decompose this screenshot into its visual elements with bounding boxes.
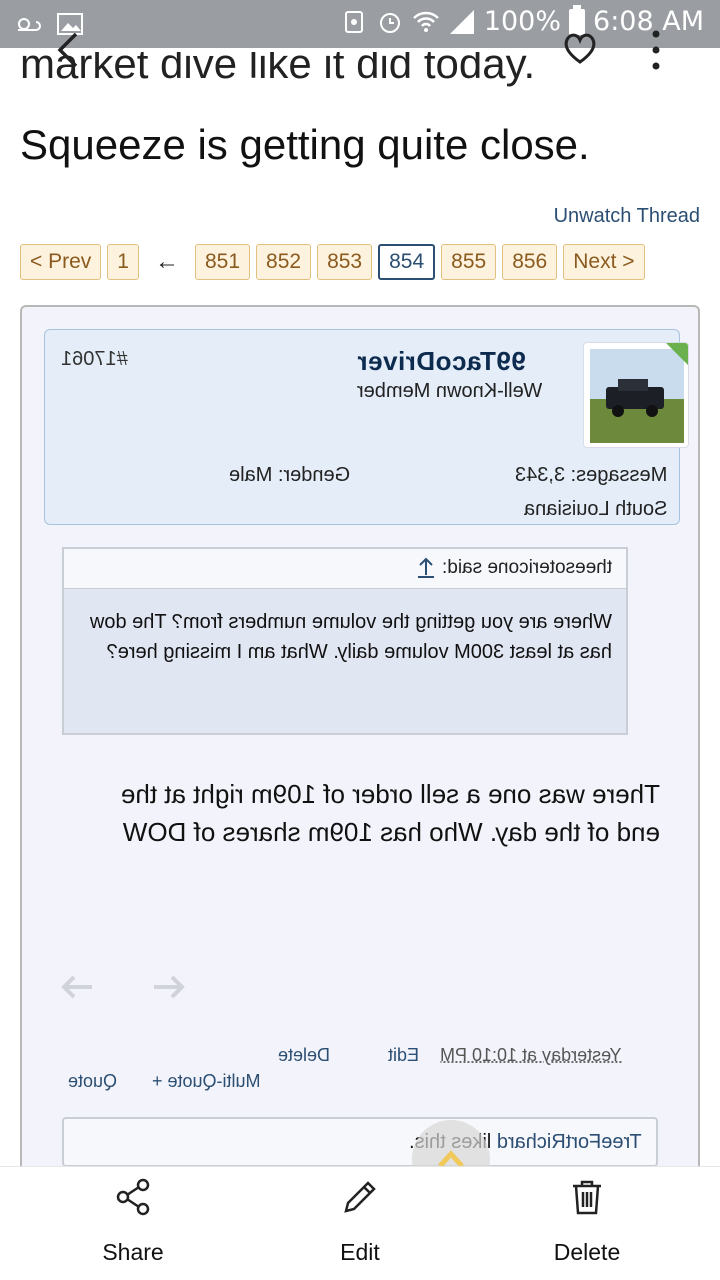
signal-icon: [449, 9, 474, 34]
lead-line-2: Squeeze is getting quite close.: [20, 121, 590, 168]
bottom-toolbar: Share Edit Delete: [0, 1166, 720, 1280]
page-button[interactable]: 851: [194, 244, 251, 280]
alarm-icon: [379, 12, 400, 33]
delete-button[interactable]: Delete: [517, 1177, 657, 1266]
more-icon[interactable]: [644, 28, 668, 72]
forum-post: 99TacoDriver Well-Known Member #17061 Me…: [20, 305, 700, 1198]
post-body: There was one a sell order of 109m right…: [120, 779, 660, 847]
thread-lead-text: market dive like it did today. Squeeze i…: [20, 52, 710, 190]
share-icon: [116, 1178, 150, 1216]
share-label: Share: [102, 1239, 164, 1265]
first-page-button[interactable]: 1: [107, 244, 139, 280]
quote-block: theesotericone said: Where are you getti…: [62, 547, 628, 735]
liker-name[interactable]: TreeFortRichard: [497, 1131, 642, 1153]
prev-page-button[interactable]: < Prev: [20, 244, 102, 280]
quote-header: theesotericone said:: [64, 549, 626, 589]
quote-author[interactable]: theesotericone said:: [442, 557, 612, 579]
page-button[interactable]: 856: [502, 244, 558, 280]
delete-label: Delete: [553, 1239, 621, 1265]
battery-percent: 100%: [483, 6, 562, 37]
nfc-icon: [344, 10, 363, 33]
share-button[interactable]: Share: [63, 1177, 203, 1266]
post-nav-arrows-icon[interactable]: [58, 967, 188, 1007]
unwatch-thread-link[interactable]: Unwatch Thread: [554, 205, 700, 228]
weather-icon: [18, 18, 41, 31]
post-timestamp[interactable]: Yesterday at 10:10 PM: [440, 1045, 621, 1066]
quote-link[interactable]: Quote: [68, 1071, 117, 1092]
user-title: Well-Known Member: [357, 380, 543, 402]
heart-icon[interactable]: [560, 28, 600, 68]
online-badge-icon: [666, 343, 688, 365]
quote-text: Where are you getting the volume numbers…: [89, 611, 612, 663]
user-messages: Messages: 3,343: [514, 464, 667, 486]
post-number[interactable]: #17061: [61, 348, 128, 371]
pagination: < Prev 1 ← 851 852 853 854 855 856 Next …: [20, 244, 645, 280]
page-button[interactable]: 852: [256, 244, 312, 280]
likes-summary: TreeFortRichard likes this.: [62, 1117, 658, 1167]
wifi-icon: [412, 11, 439, 32]
trash-icon: [573, 1180, 601, 1215]
next-page-button[interactable]: Next >: [563, 244, 645, 280]
delete-post-link[interactable]: Delete: [278, 1045, 330, 1066]
lead-line-1: market dive like it did today.: [20, 52, 536, 87]
user-info-card: 99TacoDriver Well-Known Member #17061 Me…: [44, 329, 689, 525]
user-gender: Gender: Male: [229, 464, 351, 486]
edit-button[interactable]: Edit: [290, 1177, 430, 1266]
multi-quote-link[interactable]: Multi-Quote +: [152, 1071, 261, 1092]
jump-up-icon[interactable]: [416, 557, 436, 579]
back-icon[interactable]: [50, 28, 90, 72]
current-page-button[interactable]: 854: [378, 244, 436, 280]
page-button[interactable]: 853: [317, 244, 373, 280]
status-bar: 100% 6:08 AM: [0, 0, 720, 48]
page-button[interactable]: 855: [441, 244, 497, 280]
user-location: South Louisiana: [523, 498, 667, 520]
avatar[interactable]: [583, 342, 689, 448]
username[interactable]: 99TacoDriver: [357, 346, 526, 377]
pencil-icon: [344, 1181, 376, 1213]
edit-label: Edit: [340, 1239, 380, 1265]
page-skip-arrow[interactable]: ←: [155, 248, 179, 276]
edit-post-link[interactable]: Edit: [388, 1045, 419, 1066]
